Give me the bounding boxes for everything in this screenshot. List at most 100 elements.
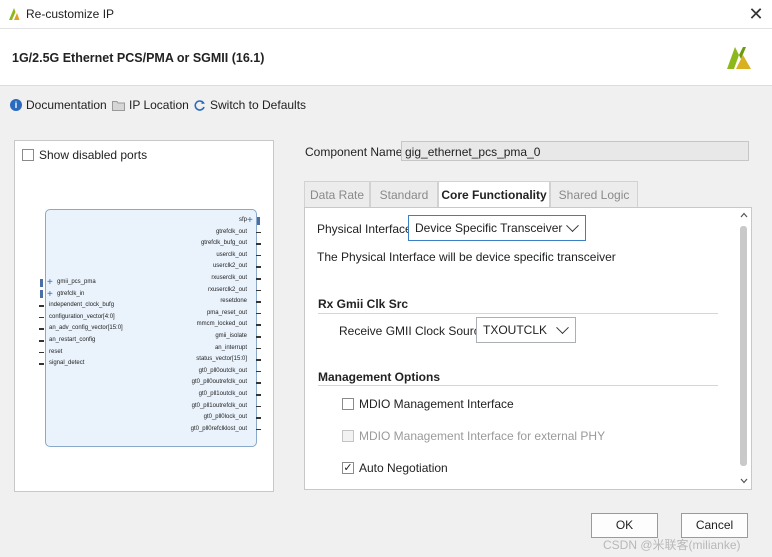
right-port-label: gtrefclk_out	[215, 228, 247, 235]
right-port-label: sfp	[238, 217, 247, 223]
right-port-label: rxuserclk_out	[211, 275, 247, 281]
cancel-button[interactable]: Cancel	[681, 513, 748, 538]
tab-shared-logic[interactable]: Shared Logic	[550, 181, 638, 208]
right-port-label: status_vector[15:0]	[196, 356, 247, 363]
port-pin	[256, 243, 261, 245]
checkbox-box[interactable]	[342, 398, 354, 410]
mdio-management-checkbox[interactable]: MDIO Management Interface	[342, 397, 514, 411]
left-port-label: an_restart_config	[49, 337, 96, 343]
physical-interface-label: Physical Interface	[317, 222, 412, 236]
switch-to-defaults-label: Switch to Defaults	[210, 98, 307, 112]
auto-negotiation-checkbox[interactable]: ✓ Auto Negotiation	[342, 461, 448, 475]
ip-location-button[interactable]: IP Location	[112, 97, 189, 113]
ip-symbol-panel: Show disabled ports sfp + gtrefclk_out gtre…	[14, 140, 274, 492]
receive-clock-source-value: TXOUTCLK	[483, 323, 548, 337]
right-port-label: resetdone	[220, 298, 247, 305]
port-pin	[256, 289, 261, 292]
port-pin	[39, 340, 44, 342]
chevron-up-icon[interactable]	[739, 210, 749, 220]
port-pin	[256, 278, 261, 280]
watermark: CSDN @米联客(milianke)	[603, 538, 741, 552]
port-pin	[256, 417, 261, 419]
physical-interface-note: The Physical Interface will be device sp…	[317, 250, 616, 264]
right-port-label: gt0_pll0refclklost_out	[190, 425, 247, 432]
component-name-field[interactable]: gig_ethernet_pcs_pma_0	[401, 141, 749, 161]
receive-clock-source-dropdown[interactable]: TXOUTCLK	[476, 317, 576, 343]
left-port-label: an_adv_config_vector[15:0]	[49, 325, 123, 332]
left-port-label: reset	[49, 348, 63, 355]
port-pin	[256, 254, 261, 257]
bus-port-pin	[40, 290, 43, 299]
left-port-label: configuration_vector[4:0]	[49, 313, 115, 320]
dialog-header: 1G/2.5G Ethernet PCS/PMA or SGMII (16.1)	[0, 29, 772, 86]
port-pin	[256, 324, 261, 326]
left-port-label: signal_detect	[49, 360, 85, 367]
switch-to-defaults-button[interactable]: Switch to Defaults	[193, 97, 306, 113]
bus-port-pin	[40, 278, 43, 287]
tab-bar: Data Rate Standard Core Functionality Sh…	[304, 181, 752, 208]
left-port-label: independent_clock_bufg	[49, 302, 115, 309]
port-pin	[256, 359, 261, 361]
vivado-logo-icon	[9, 8, 20, 20]
component-name-label: Component Name	[305, 145, 403, 159]
tab-core-functionality[interactable]: Core Functionality	[438, 181, 550, 208]
port-pin	[256, 405, 261, 408]
show-disabled-ports-label: Show disabled ports	[39, 148, 148, 162]
ok-button[interactable]: OK	[591, 513, 658, 538]
right-port-label: mmcm_locked_out	[196, 321, 247, 328]
port-pin	[39, 316, 44, 319]
right-port-label: gmii_isolate	[215, 333, 247, 339]
info-icon: i	[10, 99, 22, 111]
right-port-label: gt0_pll0lock_out	[203, 414, 247, 421]
right-port-label: gtrefclk_bufg_out	[200, 240, 247, 247]
mdio-external-phy-label: MDIO Management Interface for external P…	[359, 429, 606, 443]
chevron-down-icon[interactable]	[739, 476, 749, 486]
documentation-button[interactable]: i Documentation	[10, 97, 107, 113]
right-port-label: rxuserclk2_out	[207, 286, 247, 293]
section-divider	[318, 385, 718, 386]
auto-negotiation-label: Auto Negotiation	[359, 461, 448, 475]
checkbox-box[interactable]	[22, 149, 34, 161]
refresh-icon	[194, 99, 205, 111]
port-pin	[256, 231, 261, 234]
right-port-label: gt0_pll0outclk_out	[198, 367, 247, 374]
right-port-label: an_interrupt	[214, 344, 247, 351]
right-port-label: gt0_pll1outrefclk_out	[191, 402, 247, 409]
mdio-management-label: MDIO Management Interface	[359, 397, 514, 411]
show-disabled-ports-checkbox[interactable]: Show disabled ports	[22, 148, 147, 162]
scrollbar-thumb[interactable]	[740, 226, 747, 466]
expand-plus-icon[interactable]: +	[47, 277, 53, 288]
physical-interface-value: Device Specific Transceiver	[415, 221, 563, 235]
port-pin	[256, 301, 261, 303]
management-options-section-title: Management Options	[318, 370, 441, 384]
port-pin	[39, 328, 44, 330]
expand-plus-icon[interactable]: +	[247, 215, 253, 226]
port-pin	[256, 382, 261, 384]
chevron-down-icon	[566, 218, 579, 232]
window-title: Re-customize IP	[26, 7, 115, 21]
checkbox-checked[interactable]: ✓	[342, 462, 354, 474]
tab-standard[interactable]: Standard	[370, 181, 438, 208]
title-bar: Re-customize IP ✕	[0, 0, 772, 29]
port-pin	[256, 428, 261, 431]
tab-data-rate[interactable]: Data Rate	[304, 181, 370, 208]
checkbox-box-disabled[interactable]	[342, 430, 354, 442]
ip-location-label: IP Location	[129, 98, 189, 112]
ip-title: 1G/2.5G Ethernet PCS/PMA or SGMII (16.1)	[12, 51, 265, 65]
right-port-label: gt0_pll1outclk_out	[198, 391, 247, 397]
port-pin	[256, 370, 261, 373]
port-pin	[256, 336, 261, 338]
close-icon[interactable]: ✕	[748, 4, 764, 25]
receive-clock-source-label: Receive GMII Clock Source	[339, 324, 487, 338]
expand-plus-icon[interactable]: +	[47, 289, 53, 300]
mdio-external-phy-checkbox[interactable]: MDIO Management Interface for external P…	[342, 429, 605, 443]
port-pin	[256, 312, 261, 315]
right-port-label: pma_reset_out	[206, 309, 247, 316]
physical-interface-dropdown[interactable]: Device Specific Transceiver	[408, 215, 586, 241]
xilinx-logo-icon	[727, 47, 751, 69]
port-pin	[39, 363, 44, 365]
chevron-down-icon	[556, 320, 569, 334]
port-pin	[256, 266, 261, 268]
port-pin	[256, 394, 261, 396]
port-pin	[256, 347, 261, 350]
